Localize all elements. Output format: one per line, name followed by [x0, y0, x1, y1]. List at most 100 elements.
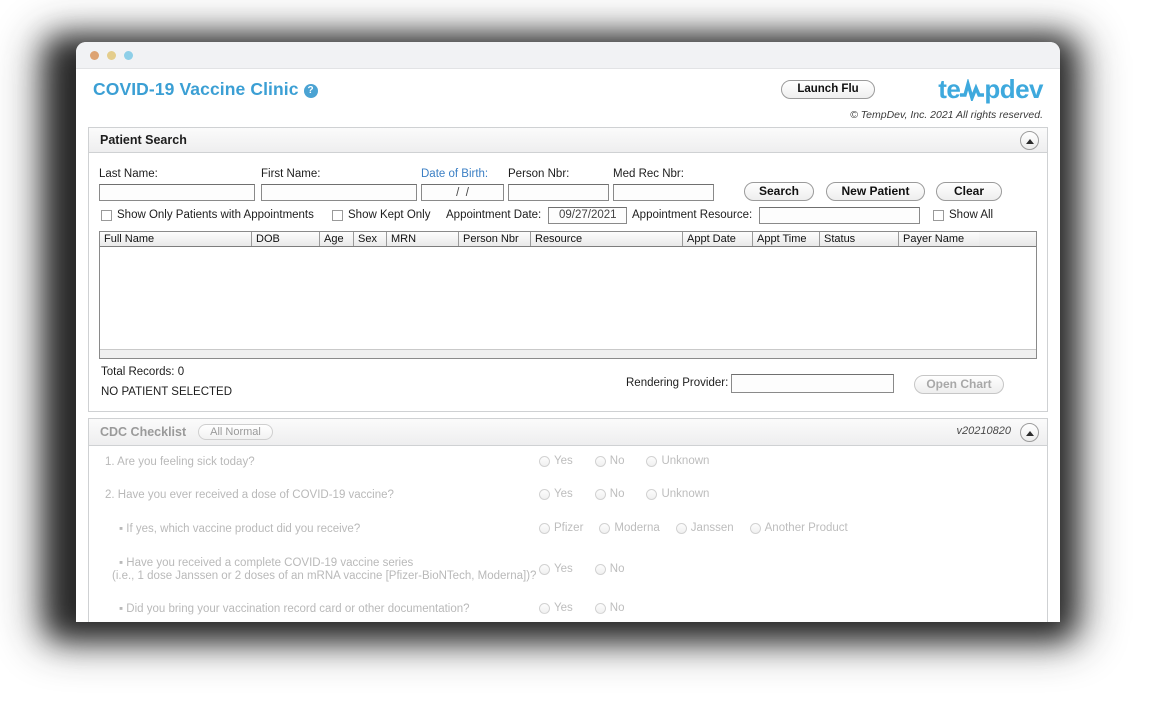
launch-flu-button[interactable]: Launch Flu [781, 80, 875, 99]
checklist-question: 1. Are you feeling sick today? Yes No Un… [99, 456, 1037, 467]
option-label: Yes [554, 602, 573, 614]
grid-col-appt-date[interactable]: Appt Date [683, 232, 753, 246]
cdc-checklist-panel: CDC Checklist All Normal v20210820 1. Ar… [88, 418, 1048, 622]
question-2c-text: ▪ Did you bring your vaccination record … [119, 603, 470, 615]
patient-search-title: Patient Search [100, 133, 187, 147]
screenshot-root: COVID-19 Vaccine Clinic? Launch Flu te p… [0, 0, 1160, 712]
grid-col-mrn[interactable]: MRN [387, 232, 459, 246]
show-kept-only-label: Show Kept Only [348, 209, 430, 221]
checklist-question: ▪ Did you bring your vaccination record … [99, 500, 1037, 511]
question-2b-option-yes[interactable]: Yes [539, 563, 573, 575]
open-chart-button[interactable]: Open Chart [914, 375, 1004, 394]
question-2c-option-yes[interactable]: Yes [539, 602, 573, 614]
option-label: Yes [554, 563, 573, 575]
radio-icon[interactable] [595, 456, 606, 467]
option-label: No [610, 602, 625, 614]
date-of-birth-label[interactable]: Date of Birth: [421, 168, 504, 180]
question-2b-option-no[interactable]: No [595, 563, 625, 575]
last-name-label: Last Name: [99, 168, 255, 180]
question-1-option-yes[interactable]: Yes [539, 455, 573, 467]
search-fields-row: Last Name: First Name: Date of Birth: Pe… [99, 161, 1037, 205]
patient-results-grid[interactable]: Full Name DOB Age Sex MRN Person Nbr Res… [99, 231, 1037, 359]
option-label: Yes [554, 455, 573, 467]
tempdev-logo: te pdev [938, 74, 1043, 105]
grid-col-resource[interactable]: Resource [531, 232, 683, 246]
first-name-input[interactable] [261, 184, 417, 201]
radio-icon[interactable] [595, 603, 606, 614]
grid-col-dob[interactable]: DOB [252, 232, 320, 246]
appointment-resource-filter: Appointment Resource: [632, 206, 920, 224]
cdc-checklist-body: 1. Are you feeling sick today? Yes No Un… [89, 446, 1047, 622]
grid-col-full-name[interactable]: Full Name [100, 232, 252, 246]
grid-col-payer-name[interactable]: Payer Name [899, 232, 979, 246]
rendering-provider-input[interactable] [731, 374, 894, 393]
question-1-option-unknown[interactable]: Unknown [646, 455, 709, 467]
question-1-option-no[interactable]: No [595, 455, 625, 467]
radio-icon[interactable] [539, 603, 550, 614]
grid-col-person-nbr[interactable]: Person Nbr [459, 232, 531, 246]
clear-button[interactable]: Clear [936, 182, 1002, 201]
patient-search-header: Patient Search [89, 128, 1047, 153]
radio-icon[interactable] [539, 564, 550, 575]
show-only-appointments-checkbox[interactable] [101, 210, 112, 221]
option-label: No [610, 563, 625, 575]
pulse-icon [959, 79, 985, 101]
appointment-resource-input[interactable] [759, 207, 920, 224]
search-button[interactable]: Search [744, 182, 814, 201]
question-2b-text-line1: ▪ Have you received a complete COVID-19 … [119, 557, 413, 569]
page-title-text: COVID-19 Vaccine Clinic [93, 79, 299, 99]
checklist-question: ▪ Polyethylene glycol (PEG), which is fo… [99, 533, 1037, 544]
question-1-options: Yes No Unknown [539, 455, 709, 467]
checklist-question: ▪ If yes, which vaccine product did you … [99, 478, 1037, 489]
show-kept-only-checkbox[interactable] [332, 210, 343, 221]
grid-col-appt-time[interactable]: Appt Time [753, 232, 820, 246]
patient-search-footer: Total Records: 0 NO PATIENT SELECTED Ren… [99, 363, 1037, 403]
person-nbr-field: Person Nbr: [508, 168, 609, 202]
show-all-checkbox[interactable] [933, 210, 944, 221]
show-all-filter[interactable]: Show All [933, 206, 993, 224]
patient-status-label: NO PATIENT SELECTED [101, 386, 232, 398]
copyright-notice: © TempDev, Inc. 2021 All rights reserved… [850, 109, 1043, 121]
person-nbr-label: Person Nbr: [508, 168, 609, 180]
window-titlebar [76, 42, 1060, 69]
search-filters-row: Show Only Patients with Appointments Sho… [99, 206, 1037, 228]
chevron-up-icon[interactable] [1020, 131, 1039, 150]
show-only-appointments-label: Show Only Patients with Appointments [117, 209, 314, 221]
radio-icon[interactable] [595, 564, 606, 575]
appointment-date-label: Appointment Date: [446, 209, 541, 221]
option-label: Unknown [661, 455, 709, 467]
person-nbr-input[interactable] [508, 184, 609, 201]
checklist-question: 2. Have you ever received a dose of COVI… [99, 467, 1037, 478]
radio-icon[interactable] [646, 456, 657, 467]
grid-col-status[interactable]: Status [820, 232, 899, 246]
med-rec-nbr-label: Med Rec Nbr: [613, 168, 714, 180]
grid-horizontal-scrollbar[interactable] [100, 349, 1036, 358]
date-of-birth-input[interactable] [421, 184, 504, 201]
all-normal-button[interactable]: All Normal [198, 424, 273, 440]
question-2c-option-no[interactable]: No [595, 602, 625, 614]
minimize-window-button[interactable] [107, 51, 116, 60]
med-rec-nbr-field: Med Rec Nbr: [613, 168, 714, 202]
maximize-window-button[interactable] [124, 51, 133, 60]
question-2b-text-line2: (i.e., 1 dose Janssen or 2 doses of an m… [112, 570, 536, 582]
rendering-provider-label: Rendering Provider: [626, 377, 728, 389]
appointment-resource-label: Appointment Resource: [632, 209, 752, 221]
med-rec-nbr-input[interactable] [613, 184, 714, 201]
chevron-up-icon[interactable] [1020, 423, 1039, 442]
appointment-date-filter: Appointment Date: [446, 206, 627, 224]
app-header: COVID-19 Vaccine Clinic? Launch Flu te p… [76, 69, 1060, 127]
radio-icon[interactable] [539, 456, 550, 467]
checklist-question: ▪ A component of the COVID-19 vaccine in… [99, 522, 1037, 533]
last-name-input[interactable] [99, 184, 255, 201]
cdc-checklist-header: CDC Checklist All Normal v20210820 [89, 419, 1047, 446]
appointment-date-input[interactable] [548, 207, 627, 224]
show-kept-only-filter[interactable]: Show Kept Only [332, 206, 430, 224]
show-only-appointments-filter[interactable]: Show Only Patients with Appointments [101, 206, 314, 224]
grid-col-sex[interactable]: Sex [354, 232, 387, 246]
grid-col-age[interactable]: Age [320, 232, 354, 246]
new-patient-button[interactable]: New Patient [826, 182, 925, 201]
cdc-checklist-title: CDC Checklist [100, 425, 186, 439]
help-icon[interactable]: ? [304, 84, 318, 98]
grid-header-row: Full Name DOB Age Sex MRN Person Nbr Res… [100, 232, 1036, 247]
close-window-button[interactable] [90, 51, 99, 60]
